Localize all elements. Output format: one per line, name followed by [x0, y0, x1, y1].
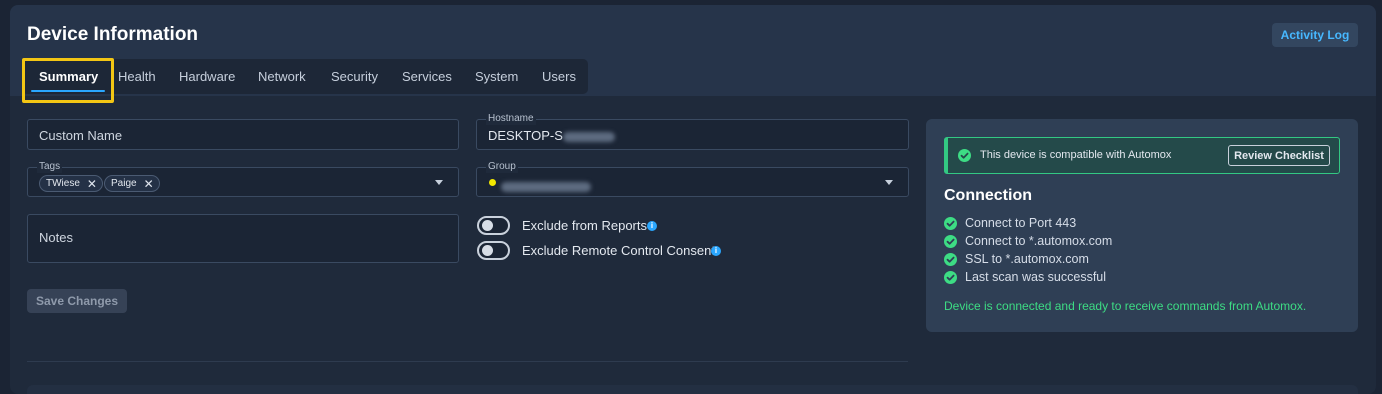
page-title: Device Information — [27, 24, 199, 45]
tab-services[interactable]: Services — [402, 59, 452, 94]
connection-card: This device is compatible with Automox R… — [926, 119, 1358, 332]
tag-chip: TWiese ✕ — [39, 175, 103, 192]
check-circle-icon — [958, 149, 971, 162]
check-circle-icon — [944, 271, 957, 284]
save-changes-button[interactable]: Save Changes — [27, 289, 127, 313]
toggle-knob — [482, 245, 493, 256]
next-section-card — [27, 385, 1358, 394]
exclude-remote-control-toggle[interactable] — [477, 241, 510, 260]
tab-health[interactable]: Health — [118, 59, 156, 94]
group-label: Group — [486, 160, 518, 173]
tab-network[interactable]: Network — [258, 59, 306, 94]
tags-label: Tags — [37, 160, 63, 173]
tag-chip: Paige ✕ — [104, 175, 160, 192]
connection-check-text: Connect to *.automox.com — [965, 234, 1113, 248]
tab-security[interactable]: Security — [331, 59, 378, 94]
connection-check-text: SSL to *.automox.com — [965, 252, 1089, 266]
info-icon[interactable]: i — [647, 221, 657, 231]
chevron-down-icon[interactable] — [435, 180, 443, 185]
connection-status: Device is connected and ready to receive… — [944, 299, 1307, 313]
tab-hardware[interactable]: Hardware — [179, 59, 235, 94]
exclude-remote-control-label: Exclude Remote Control Consent — [522, 243, 715, 258]
custom-name-field[interactable]: Custom Name — [27, 119, 459, 150]
check-circle-icon — [944, 217, 957, 230]
compatibility-message: This device is compatible with Automox — [980, 149, 1172, 161]
connection-title: Connection — [944, 187, 1032, 204]
exclude-from-reports-toggle[interactable] — [477, 216, 510, 235]
notes-placeholder: Notes — [39, 230, 73, 245]
group-redacted — [501, 181, 591, 192]
info-icon[interactable]: i — [711, 246, 721, 256]
custom-name-placeholder: Custom Name — [39, 128, 123, 143]
tag-chip-label: Paige — [111, 178, 137, 189]
connection-check-text: Last scan was successful — [965, 270, 1107, 284]
tag-chip-label: TWiese — [46, 178, 80, 189]
chevron-down-icon[interactable] — [885, 180, 893, 185]
hostname-visible-text: DESKTOP-S — [488, 128, 563, 143]
summary-tab-highlight — [22, 58, 114, 103]
tags-field[interactable]: Tags TWiese ✕ Paige ✕ — [27, 160, 459, 197]
activity-log-button[interactable]: Activity Log — [1272, 23, 1358, 47]
group-value — [501, 178, 591, 196]
hostname-label: Hostname — [486, 112, 536, 125]
hostname-value: DESKTOP-S — [488, 128, 615, 143]
review-checklist-button[interactable]: Review Checklist — [1228, 145, 1330, 166]
check-circle-icon — [944, 253, 957, 266]
toggle-knob — [482, 220, 493, 231]
tab-users[interactable]: Users — [542, 59, 576, 94]
divider — [27, 361, 908, 362]
connection-check-text: Connect to Port 443 — [965, 216, 1077, 230]
device-information-panel: Device Information Activity Log Summary … — [10, 5, 1376, 394]
group-field[interactable]: Group — [476, 160, 909, 197]
remove-tag-icon[interactable]: ✕ — [144, 178, 154, 190]
hostname-redacted — [562, 131, 615, 142]
tab-system[interactable]: System — [475, 59, 518, 94]
notes-field[interactable]: Notes — [27, 214, 459, 263]
hostname-field[interactable]: Hostname DESKTOP-S — [476, 112, 909, 150]
check-circle-icon — [944, 235, 957, 248]
exclude-from-reports-label: Exclude from Reports — [522, 218, 647, 233]
remove-tag-icon[interactable]: ✕ — [87, 178, 97, 190]
group-color-dot-icon — [489, 179, 496, 186]
compatibility-banner: This device is compatible with Automox R… — [944, 137, 1340, 174]
